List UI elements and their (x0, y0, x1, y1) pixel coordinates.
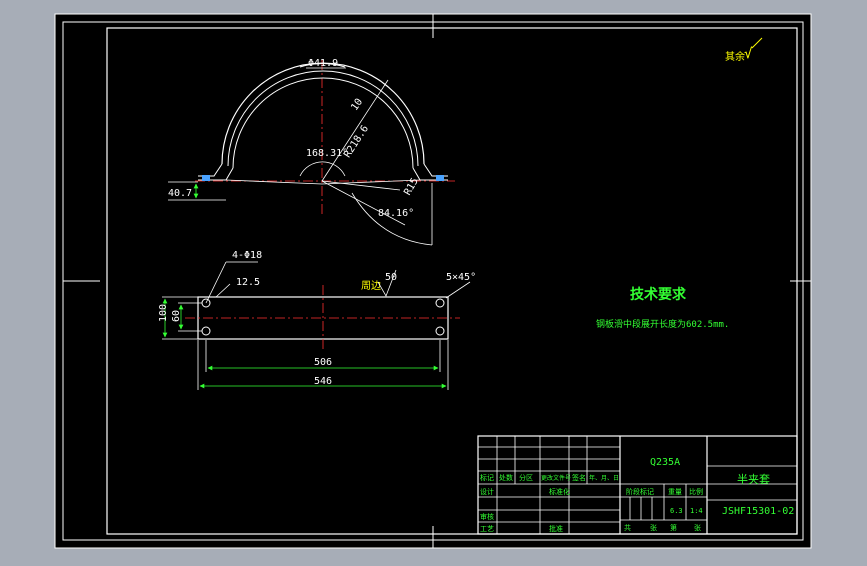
roughness-check-icon: √ (744, 46, 753, 62)
dim-edge-note: 周边 (361, 280, 381, 292)
dim-hole-spacing-v: 60 (171, 310, 182, 322)
dim-roughness-value: 50 (385, 272, 397, 283)
dim-outer-diameter: Φ41.9 (308, 58, 338, 69)
dim-hole-offset: 12.5 (236, 277, 260, 288)
scale-value: 1:4 (690, 507, 703, 515)
weight-value: 6.3 (670, 507, 683, 515)
tech-requirements-text: 钢板滑中段展开长度为602.5mm. (596, 318, 729, 330)
stage-label: 阶段标记 (626, 487, 654, 496)
row-design: 设计 (480, 487, 494, 496)
sheets-total: 共 (624, 523, 631, 532)
header-zone: 分区 (519, 473, 533, 482)
dim-hole-spacing-h: 506 (314, 357, 332, 368)
drawing-sheet (54, 13, 812, 549)
drawing-number: JSHF15301-02 (722, 506, 794, 517)
header-signature: 签名 (572, 473, 586, 482)
header-date: 年、月、日 (589, 474, 619, 482)
header-change-doc: 更改文件号 (541, 474, 571, 482)
dim-total-length: 546 (314, 376, 332, 387)
cad-viewport[interactable]: 其余 √ Φ41.9 10 R218.6 168.31° 40.7 R15 84… (0, 0, 867, 562)
dim-holes: 4-Φ18 (232, 250, 262, 261)
dim-chamfer: 5×45° (446, 272, 476, 283)
sheet-unit2: 张 (694, 523, 701, 532)
dim-height: 40.7 (168, 188, 192, 199)
dim-outer-height: 100 (158, 304, 169, 322)
dim-angle-bottom: 84.16° (378, 208, 414, 219)
header-mark: 标记 (480, 473, 494, 482)
sheet-no: 第 (670, 523, 677, 532)
header-count: 处数 (499, 473, 513, 482)
part-name: 半夹套 (737, 472, 770, 486)
row-standard: 标准化 (549, 487, 570, 496)
sheet-unit: 张 (650, 523, 657, 532)
row-process: 工艺 (480, 525, 494, 533)
drawing-canvas: 其余 √ Φ41.9 10 R218.6 168.31° 40.7 R15 84… (54, 13, 812, 549)
row-review: 审核 (480, 512, 494, 521)
material: Q235A (650, 457, 680, 468)
row-approve: 批准 (549, 524, 563, 533)
weight-label: 重量 (668, 488, 682, 496)
tech-requirements-title: 技术要求 (630, 286, 687, 303)
roughness-label: 其余 (725, 50, 745, 63)
dim-angle-top: 168.31° (306, 148, 348, 159)
scale-label: 比例 (689, 487, 703, 496)
